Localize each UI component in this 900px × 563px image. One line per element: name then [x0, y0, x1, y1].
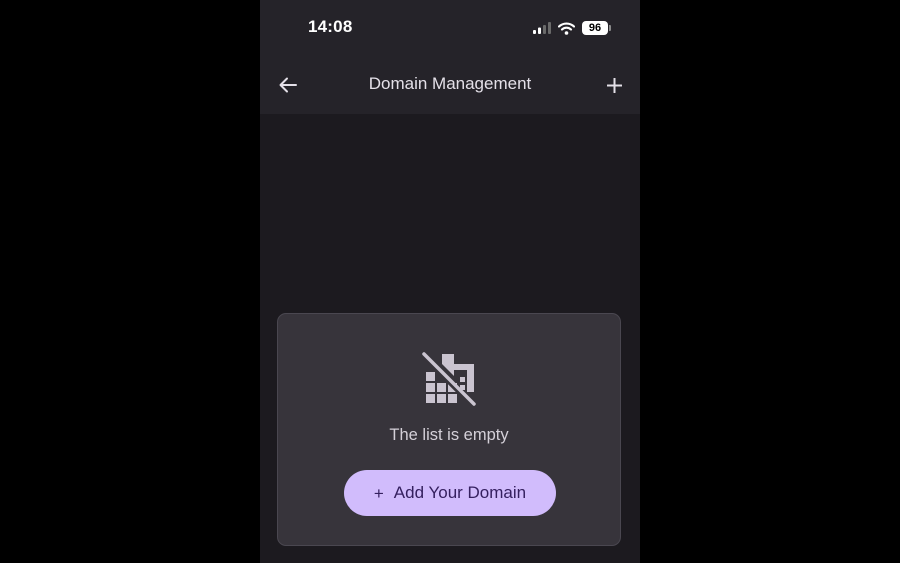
status-icons: 96	[533, 19, 611, 37]
empty-state-card: The list is empty + Add Your Domain	[277, 313, 621, 546]
plus-icon	[606, 77, 622, 93]
domain-disabled-icon	[421, 352, 477, 408]
status-time: 14:08	[308, 17, 353, 36]
status-bar: 14:08 96	[260, 0, 640, 56]
app-bar: Domain Management	[260, 56, 640, 114]
wifi-icon	[558, 21, 575, 35]
plus-icon: +	[373, 483, 384, 503]
add-your-domain-label: Add Your Domain	[393, 483, 527, 502]
phone-screen: 14:08 96 Domain Management The list is e…	[260, 0, 640, 563]
add-domain-icon-button[interactable]	[598, 69, 630, 101]
cellular-signal-icon	[533, 22, 551, 34]
add-your-domain-button[interactable]: + Add Your Domain	[344, 470, 556, 516]
battery-icon: 96	[582, 21, 611, 35]
empty-state-message: The list is empty	[389, 426, 509, 444]
page-title: Domain Management	[368, 74, 532, 93]
